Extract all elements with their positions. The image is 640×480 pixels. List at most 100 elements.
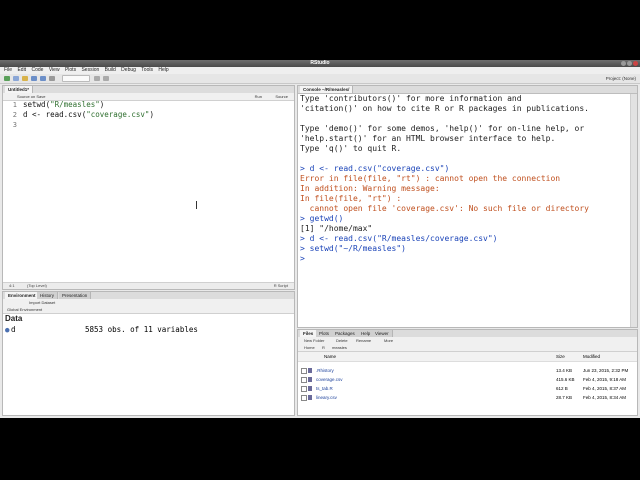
console-output-line: 'citation()' on how to cite R or R packa… <box>300 104 589 113</box>
menu-code[interactable]: Code <box>31 67 43 73</box>
tab-console[interactable]: Console ~/R/measles/ <box>300 86 354 93</box>
save-icon[interactable] <box>31 76 37 81</box>
file-row[interactable]: ts_tab.R 612 B Feb 4, 2015, 8:37 AM <box>298 384 637 393</box>
addins-icon[interactable] <box>103 76 109 81</box>
file-checkbox[interactable] <box>301 386 307 392</box>
editor-status-bar: 4:1 (Top Level) R Script <box>3 282 294 289</box>
column-modified-header[interactable]: Modified <box>583 352 600 361</box>
rename-button[interactable]: Rename <box>356 337 371 344</box>
menu-view[interactable]: View <box>49 67 60 73</box>
console-output-line: Type 'q()' to quit R. <box>300 144 402 153</box>
console-output-line: Type 'demo()' for some demos, 'help()' f… <box>300 124 585 133</box>
environment-pane: Environment History Presentation Import … <box>2 291 295 416</box>
tab-packages[interactable]: Packages <box>332 330 359 337</box>
file-size: 13.4 KB <box>556 368 573 373</box>
file-checkbox[interactable] <box>301 395 307 401</box>
file-icon <box>308 377 312 382</box>
new-file-icon[interactable] <box>4 76 10 81</box>
file-size: 28.7 KB <box>556 395 573 400</box>
breadcrumb-r[interactable]: R <box>322 344 325 351</box>
file-name-link[interactable]: ts_tab.R <box>316 384 333 393</box>
global-environment-dropdown[interactable]: Global Environment <box>7 306 42 313</box>
column-size-header[interactable]: Size <box>556 352 565 361</box>
maximize-icon[interactable] <box>627 61 632 66</box>
tab-untitled1[interactable]: Untitled1* <box>5 86 34 93</box>
import-dataset-button[interactable]: Import Dataset <box>29 299 55 306</box>
go-to-file-input[interactable] <box>62 75 90 82</box>
save-all-icon[interactable] <box>40 76 46 81</box>
file-row[interactable]: .Rhistory 13.4 KB Jun 23, 2015, 2:32 PM <box>298 366 637 375</box>
files-pane: Files Plots Packages Help Viewer New Fol… <box>297 329 638 416</box>
tab-plots[interactable]: Plots <box>316 330 334 337</box>
new-folder-button[interactable]: New Folder <box>304 337 324 344</box>
file-checkbox[interactable] <box>301 377 307 383</box>
console-scrollbar[interactable] <box>630 94 637 327</box>
delete-button[interactable]: Delete <box>336 337 348 344</box>
file-modified: Feb 4, 2015, 8:37 AM <box>583 386 627 391</box>
console-input-line: > d <- read.csv("coverage.csv") <box>300 164 450 173</box>
file-row[interactable]: coverage.csv 415.6 KB Feb 4, 2015, 9:18 AM <box>298 375 637 384</box>
tab-files[interactable]: Files <box>300 330 318 337</box>
new-project-icon[interactable] <box>13 76 19 81</box>
editor-pane: Untitled1* Source on Save Run Source 1 s… <box>2 85 295 290</box>
project-menu[interactable]: Project: (None) <box>606 75 636 82</box>
menu-build[interactable]: Build <box>105 67 116 73</box>
scope-indicator[interactable]: (Top Level) <box>27 283 47 289</box>
main-toolbar: Project: (None) <box>0 74 640 84</box>
run-button[interactable]: Run <box>255 93 262 100</box>
tab-history[interactable]: History <box>37 292 59 299</box>
menu-debug[interactable]: Debug <box>121 67 136 73</box>
tab-environment[interactable]: Environment <box>5 292 40 299</box>
code-line: setwd("R/measles") <box>23 100 105 109</box>
console-output-line: Type 'contributors()' for more informati… <box>300 94 522 103</box>
line-number: 1 <box>12 101 17 109</box>
variable-name: d <box>11 325 16 334</box>
more-button[interactable]: More <box>384 337 393 344</box>
code-editor[interactable]: 1 setwd("R/measles") 2 d <- read.csv("co… <box>3 100 294 282</box>
menu-edit[interactable]: Edit <box>17 67 26 73</box>
file-size: 415.6 KB <box>556 377 575 382</box>
console-input-line: > d <- read.csv("R/measles/coverage.csv"… <box>300 234 498 243</box>
source-button[interactable]: Source <box>275 93 288 100</box>
menu-file[interactable]: File <box>4 67 12 73</box>
menu-plots[interactable]: Plots <box>65 67 76 73</box>
file-name-link[interactable]: coverage.csv <box>316 375 343 384</box>
section-header: Data <box>5 314 23 323</box>
file-modified: Feb 4, 2015, 8:34 AM <box>583 395 627 400</box>
file-row[interactable]: lineary.csv 28.7 KB Feb 4, 2015, 8:34 AM <box>298 393 637 402</box>
rstudio-window: RStudio File Edit Code View Plots Sessio… <box>0 60 640 418</box>
open-file-icon[interactable] <box>22 76 28 81</box>
tab-presentation[interactable]: Presentation <box>59 292 92 299</box>
console-output[interactable]: Type 'contributors()' for more informati… <box>300 94 629 327</box>
console-error-line: cannot open file 'coverage.csv': No such… <box>300 204 589 213</box>
file-name-link[interactable]: .Rhistory <box>316 366 334 375</box>
file-type-indicator[interactable]: R Script <box>274 283 288 289</box>
column-name-header[interactable]: Name <box>324 352 336 361</box>
menu-bar: File Edit Code View Plots Session Build … <box>0 67 640 74</box>
expand-icon[interactable]: ● <box>5 325 10 335</box>
file-icon <box>308 386 312 391</box>
console-output-line: 'help.start()' for an HTML browser inter… <box>300 134 556 143</box>
line-number: 3 <box>12 121 17 129</box>
tab-viewer[interactable]: Viewer <box>372 330 393 337</box>
file-list: .Rhistory 13.4 KB Jun 23, 2015, 2:32 PM cov… <box>298 366 637 415</box>
breadcrumb-home[interactable]: Home <box>304 344 315 351</box>
file-size: 612 B <box>556 386 568 391</box>
file-icon <box>308 368 312 373</box>
source-on-save-checkbox[interactable]: Source on Save <box>17 93 45 100</box>
close-icon[interactable] <box>633 61 638 66</box>
minimize-icon[interactable] <box>621 61 626 66</box>
menu-session[interactable]: Session <box>81 67 99 73</box>
console-error-line: In file(file, "rt") : <box>300 194 402 203</box>
file-icon <box>308 395 312 400</box>
file-name-link[interactable]: lineary.csv <box>316 393 337 402</box>
file-checkbox[interactable] <box>301 368 307 374</box>
workspace-panes-icon[interactable] <box>94 76 100 81</box>
menu-tools[interactable]: Tools <box>141 67 153 73</box>
breadcrumb-measles[interactable]: measles <box>332 344 347 351</box>
path-breadcrumb: Home R measles <box>298 344 637 352</box>
print-icon[interactable] <box>49 76 55 81</box>
environment-row[interactable]: ● d 5853 obs. of 11 variables <box>3 325 294 335</box>
console-output-line: [1] "/home/max" <box>300 224 373 233</box>
menu-help[interactable]: Help <box>158 67 168 73</box>
